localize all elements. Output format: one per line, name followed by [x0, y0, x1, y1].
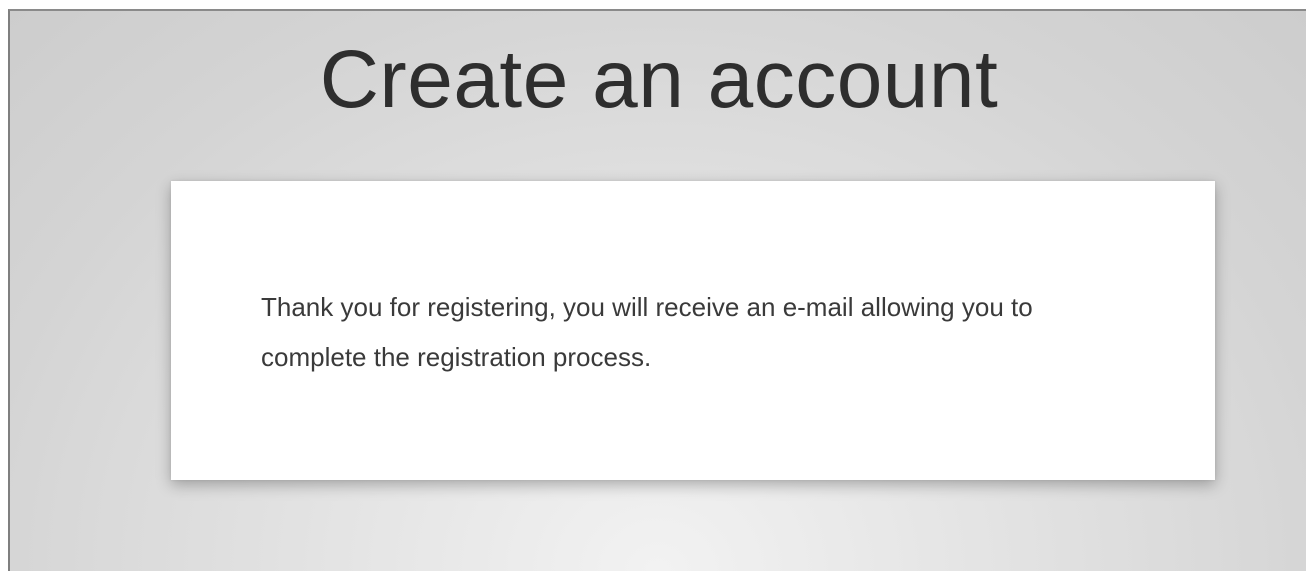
confirmation-panel: Thank you for registering, you will rece… [171, 181, 1215, 480]
page-background: Create an account Thank you for register… [8, 9, 1306, 571]
page-title: Create an account [319, 34, 999, 125]
confirmation-message: Thank you for registering, you will rece… [261, 292, 1033, 372]
